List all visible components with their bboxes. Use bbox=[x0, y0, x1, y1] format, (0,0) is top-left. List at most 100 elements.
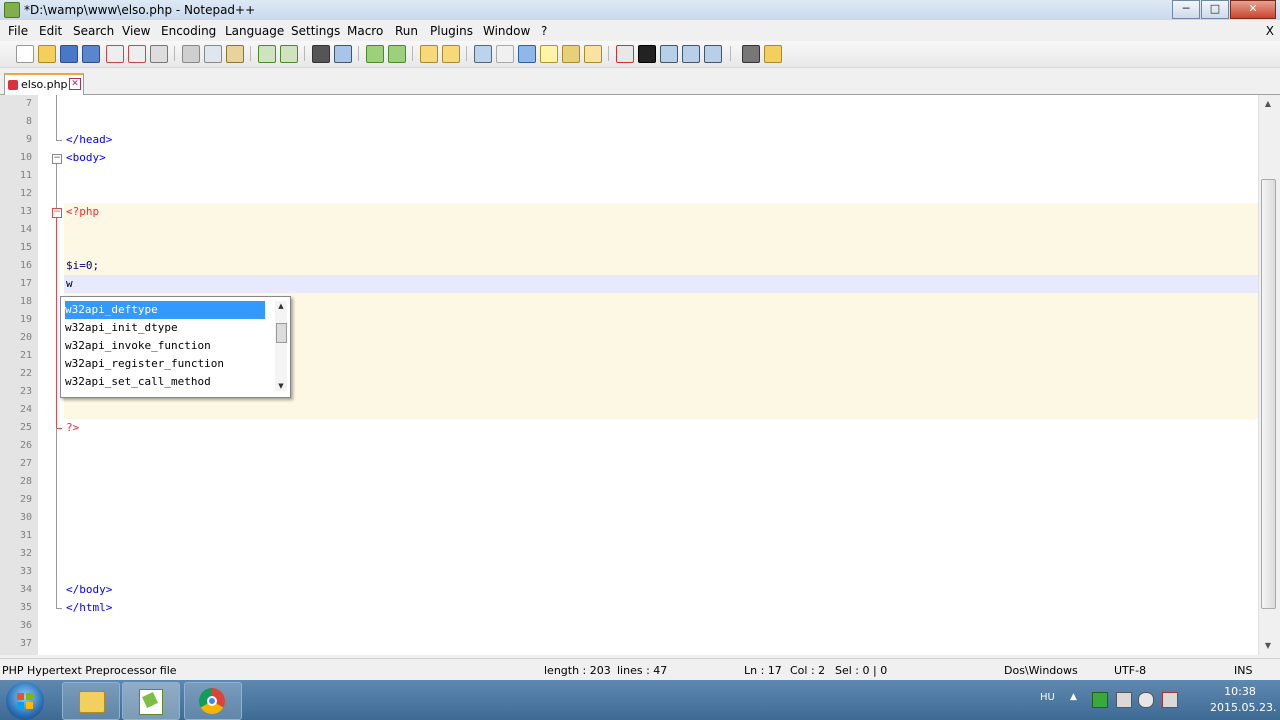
start-button[interactable] bbox=[6, 682, 44, 720]
save-icon[interactable] bbox=[60, 45, 78, 63]
taskbar-notepadpp[interactable] bbox=[122, 682, 180, 720]
menu-edit[interactable]: Edit bbox=[39, 24, 62, 38]
word-wrap-icon[interactable] bbox=[474, 45, 492, 63]
taskbar-explorer[interactable] bbox=[62, 682, 120, 720]
redo-icon[interactable] bbox=[280, 45, 298, 63]
tab-elso-php[interactable]: elso.php ✕ bbox=[4, 73, 84, 95]
paste-icon[interactable] bbox=[226, 45, 244, 63]
menu-settings[interactable]: Settings bbox=[291, 24, 340, 38]
plugin-icon[interactable] bbox=[764, 45, 782, 63]
scroll-thumb[interactable] bbox=[1261, 179, 1276, 609]
wamp-server-icon[interactable] bbox=[1092, 692, 1108, 708]
toolbar-separator bbox=[608, 46, 609, 61]
open-file-icon[interactable] bbox=[38, 45, 56, 63]
network-icon[interactable] bbox=[1116, 692, 1132, 708]
spell-check-icon[interactable] bbox=[742, 45, 760, 63]
code-line: 14 bbox=[19, 224, 32, 235]
close-document-button[interactable]: X bbox=[1266, 24, 1274, 38]
scroll-up-icon[interactable]: ▲ bbox=[275, 301, 287, 311]
vertical-scrollbar[interactable]: ▲ ▼ bbox=[1258, 95, 1277, 655]
menu-macro[interactable]: Macro bbox=[347, 24, 383, 38]
print-icon[interactable] bbox=[150, 45, 168, 63]
menu-run[interactable]: Run bbox=[395, 24, 418, 38]
menu-help[interactable]: ? bbox=[541, 24, 547, 38]
code-line: 11 bbox=[19, 170, 32, 181]
autocomplete-item[interactable]: w32api_set_call_method bbox=[65, 373, 211, 391]
code-line: 32 bbox=[19, 548, 32, 559]
menu-encoding[interactable]: Encoding bbox=[161, 24, 216, 38]
code-line: 36 bbox=[19, 620, 32, 631]
cut-icon[interactable] bbox=[182, 45, 200, 63]
taskbar-chrome[interactable] bbox=[184, 682, 242, 720]
menu-file[interactable]: File bbox=[8, 24, 28, 38]
status-encoding[interactable]: UTF-8 bbox=[1114, 664, 1146, 677]
status-insert-mode[interactable]: INS bbox=[1234, 664, 1252, 677]
autocomplete-scrollbar[interactable]: ▲ ▼ bbox=[275, 301, 287, 391]
toolbar-separator bbox=[412, 46, 413, 61]
code-line: 28 bbox=[19, 476, 32, 487]
code-line: 31 bbox=[19, 530, 32, 541]
indent-guide-icon[interactable] bbox=[518, 45, 536, 63]
clock-date[interactable]: 2015.05.23. bbox=[1210, 701, 1276, 714]
replace-icon[interactable] bbox=[334, 45, 352, 63]
close-file-icon[interactable] bbox=[106, 45, 124, 63]
tab-close-icon[interactable]: ✕ bbox=[69, 78, 81, 90]
menu-plugins[interactable]: Plugins bbox=[430, 24, 473, 38]
code-line: 37 bbox=[19, 638, 32, 649]
folder-icon bbox=[79, 691, 105, 713]
save-all-icon[interactable] bbox=[82, 45, 100, 63]
windows-logo-icon bbox=[17, 693, 33, 709]
title-bar: *D:\wamp\www\elso.php - Notepad++ ─ □ ✕ bbox=[0, 0, 1280, 20]
status-selection: Sel : 0 | 0 bbox=[835, 664, 888, 677]
language-indicator[interactable]: HU bbox=[1040, 692, 1055, 703]
volume-icon[interactable] bbox=[1138, 692, 1154, 708]
status-line: Ln : 17 bbox=[744, 664, 782, 677]
menu-window[interactable]: Window bbox=[483, 24, 530, 38]
notepadpp-app-icon bbox=[4, 2, 20, 18]
autocomplete-item[interactable]: w32api_register_function bbox=[65, 355, 224, 373]
status-eol[interactable]: Dos\Windows bbox=[1004, 664, 1078, 677]
autocomplete-item[interactable]: w32api_invoke_function bbox=[65, 337, 211, 355]
maximize-button[interactable]: □ bbox=[1201, 0, 1229, 19]
zoom-out-icon[interactable] bbox=[388, 45, 406, 63]
status-filetype: PHP Hypertext Preprocessor file bbox=[2, 664, 177, 677]
find-icon[interactable] bbox=[312, 45, 330, 63]
toolbar-separator bbox=[174, 46, 175, 61]
action-center-icon[interactable] bbox=[1162, 692, 1178, 708]
menu-bar: File Edit Search View Encoding Language … bbox=[0, 21, 1280, 41]
undo-icon[interactable] bbox=[258, 45, 276, 63]
clock-time[interactable]: 10:38 bbox=[1210, 685, 1270, 698]
folder-workspace-icon[interactable] bbox=[584, 45, 602, 63]
autocomplete-scroll-thumb[interactable] bbox=[276, 323, 287, 343]
scroll-down-icon[interactable]: ▼ bbox=[1261, 639, 1275, 653]
close-button[interactable]: ✕ bbox=[1230, 0, 1276, 19]
scroll-up-icon[interactable]: ▲ bbox=[1261, 97, 1275, 111]
unsaved-file-icon bbox=[8, 80, 18, 90]
autocomplete-item[interactable]: w32api_init_dtype bbox=[65, 319, 178, 337]
stop-macro-icon[interactable] bbox=[638, 45, 656, 63]
menu-search[interactable]: Search bbox=[73, 24, 114, 38]
play-multiple-icon[interactable] bbox=[682, 45, 700, 63]
sync-horizontal-icon[interactable] bbox=[442, 45, 460, 63]
zoom-in-icon[interactable] bbox=[366, 45, 384, 63]
function-list-icon[interactable] bbox=[562, 45, 580, 63]
show-all-chars-icon[interactable] bbox=[496, 45, 514, 63]
record-macro-icon[interactable] bbox=[616, 45, 634, 63]
save-macro-icon[interactable] bbox=[704, 45, 722, 63]
menu-view[interactable]: View bbox=[122, 24, 150, 38]
play-macro-icon[interactable] bbox=[660, 45, 678, 63]
minimize-button[interactable]: ─ bbox=[1172, 0, 1200, 19]
menu-language[interactable]: Language bbox=[225, 24, 284, 38]
code-line: 15 bbox=[19, 242, 32, 253]
code-line: 30 bbox=[19, 512, 32, 523]
show-hidden-icons-icon[interactable]: ▲ bbox=[1070, 692, 1084, 706]
code-line: 9 </head> bbox=[25, 133, 113, 146]
toolbar-separator bbox=[250, 46, 251, 61]
sync-vertical-icon[interactable] bbox=[420, 45, 438, 63]
doc-map-icon[interactable] bbox=[540, 45, 558, 63]
autocomplete-item-selected[interactable]: w32api_deftype bbox=[65, 301, 265, 319]
scroll-down-icon[interactable]: ▼ bbox=[275, 381, 287, 391]
copy-icon[interactable] bbox=[204, 45, 222, 63]
close-all-icon[interactable] bbox=[128, 45, 146, 63]
new-file-icon[interactable] bbox=[16, 45, 34, 63]
